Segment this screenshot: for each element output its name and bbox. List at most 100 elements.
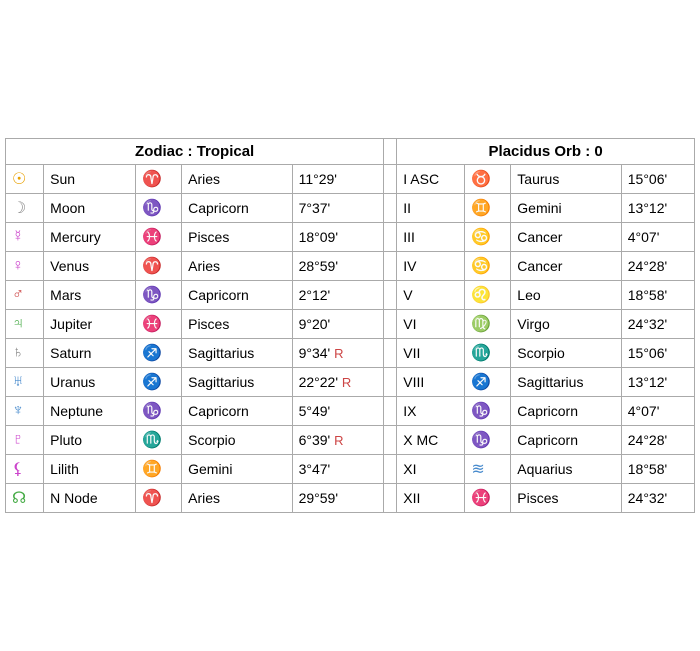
house-sign-symbol: ♉ <box>465 165 511 194</box>
planet-symbol: ♇ <box>6 426 44 455</box>
house-degree: 4°07' <box>621 223 694 252</box>
planet-sign-name: Gemini <box>182 455 292 484</box>
planet-sign-name: Aries <box>182 484 292 513</box>
planet-degree: 9°20' <box>292 310 384 339</box>
planet-symbol: ♅ <box>6 368 44 397</box>
planet-symbol: ☽ <box>6 194 44 223</box>
planet-sign-symbol: ♑ <box>136 281 182 310</box>
house-sign-name: Capricorn <box>511 426 621 455</box>
house-degree: 18°58' <box>621 455 694 484</box>
house-sign-symbol: ♋ <box>465 223 511 252</box>
divider-cell <box>384 455 397 484</box>
divider <box>384 139 397 165</box>
house-label: IV <box>397 252 465 281</box>
planet-sign-name: Sagittarius <box>182 368 292 397</box>
house-sign-symbol: ≋ <box>465 455 511 484</box>
divider-cell <box>384 484 397 513</box>
planet-sign-symbol: ♐ <box>136 339 182 368</box>
house-sign-name: Sagittarius <box>511 368 621 397</box>
house-sign-name: Aquarius <box>511 455 621 484</box>
house-label: VIII <box>397 368 465 397</box>
planet-name: Sun <box>44 165 136 194</box>
table-row: ♆Neptune♑Capricorn5°49'IX♑Capricorn4°07' <box>6 397 695 426</box>
planet-name: Uranus <box>44 368 136 397</box>
house-label: III <box>397 223 465 252</box>
planet-degree: 6°39' R <box>292 426 384 455</box>
divider-cell <box>384 281 397 310</box>
planet-symbol: ♂ <box>6 281 44 310</box>
planet-symbol: ♆ <box>6 397 44 426</box>
planet-sign-name: Capricorn <box>182 397 292 426</box>
house-label: IX <box>397 397 465 426</box>
divider-cell <box>384 426 397 455</box>
planet-sign-symbol: ♈ <box>136 252 182 281</box>
house-sign-symbol: ♍ <box>465 310 511 339</box>
planet-symbol: ☊ <box>6 484 44 513</box>
house-sign-symbol: ♓ <box>465 484 511 513</box>
planet-sign-name: Aries <box>182 252 292 281</box>
divider-cell <box>384 165 397 194</box>
planet-sign-name: Capricorn <box>182 281 292 310</box>
planet-symbol: ♄ <box>6 339 44 368</box>
planet-degree: 9°34' R <box>292 339 384 368</box>
planet-sign-name: Capricorn <box>182 194 292 223</box>
table-row: ⚸Lilith♊Gemini3°47'XI≋Aquarius18°58' <box>6 455 695 484</box>
planet-degree: 28°59' <box>292 252 384 281</box>
house-sign-symbol: ♊ <box>465 194 511 223</box>
divider-cell <box>384 194 397 223</box>
planet-degree: 2°12' <box>292 281 384 310</box>
planet-name: Lilith <box>44 455 136 484</box>
house-sign-symbol: ♑ <box>465 397 511 426</box>
planet-symbol: ☉ <box>6 165 44 194</box>
house-sign-name: Cancer <box>511 252 621 281</box>
house-degree: 24°32' <box>621 484 694 513</box>
divider-cell <box>384 252 397 281</box>
planet-name: Saturn <box>44 339 136 368</box>
house-degree: 13°12' <box>621 368 694 397</box>
table-row: ☊N Node♈Aries29°59'XII♓Pisces24°32' <box>6 484 695 513</box>
divider-cell <box>384 368 397 397</box>
house-label: VII <box>397 339 465 368</box>
house-label: V <box>397 281 465 310</box>
table-row: ♇Pluto♏Scorpio6°39' RX MC♑Capricorn24°28… <box>6 426 695 455</box>
astrology-table: Zodiac : Tropical Placidus Orb : 0 ☉Sun♈… <box>5 138 695 513</box>
planet-sign-symbol: ♑ <box>136 397 182 426</box>
house-label: II <box>397 194 465 223</box>
planet-symbol: ⚸ <box>6 455 44 484</box>
planet-sign-name: Aries <box>182 165 292 194</box>
planet-sign-symbol: ♓ <box>136 310 182 339</box>
house-sign-symbol: ♌ <box>465 281 511 310</box>
house-sign-symbol: ♑ <box>465 426 511 455</box>
house-degree: 24°28' <box>621 426 694 455</box>
divider-cell <box>384 397 397 426</box>
table-row: ♀Venus♈Aries28°59'IV♋Cancer24°28' <box>6 252 695 281</box>
table-row: ♃Jupiter♓Pisces9°20'VI♍Virgo24°32' <box>6 310 695 339</box>
house-degree: 24°32' <box>621 310 694 339</box>
house-sign-name: Scorpio <box>511 339 621 368</box>
planet-sign-name: Scorpio <box>182 426 292 455</box>
house-label: XI <box>397 455 465 484</box>
planet-name: Pluto <box>44 426 136 455</box>
planet-sign-name: Pisces <box>182 223 292 252</box>
divider-cell <box>384 310 397 339</box>
planet-degree: 29°59' <box>292 484 384 513</box>
planet-name: N Node <box>44 484 136 513</box>
house-degree: 15°06' <box>621 339 694 368</box>
planet-symbol: ☿ <box>6 223 44 252</box>
table-row: ♅Uranus♐Sagittarius22°22' RVIII♐Sagittar… <box>6 368 695 397</box>
planet-sign-name: Sagittarius <box>182 339 292 368</box>
house-degree: 13°12' <box>621 194 694 223</box>
house-degree: 24°28' <box>621 252 694 281</box>
planet-name: Venus <box>44 252 136 281</box>
house-sign-name: Virgo <box>511 310 621 339</box>
right-header: Placidus Orb : 0 <box>397 139 695 165</box>
planet-sign-symbol: ♈ <box>136 484 182 513</box>
planet-symbol: ♀ <box>6 252 44 281</box>
house-label: XII <box>397 484 465 513</box>
house-label: VI <box>397 310 465 339</box>
planet-degree: 5°49' <box>292 397 384 426</box>
planet-symbol: ♃ <box>6 310 44 339</box>
house-sign-name: Taurus <box>511 165 621 194</box>
planet-degree: 3°47' <box>292 455 384 484</box>
divider-cell <box>384 339 397 368</box>
